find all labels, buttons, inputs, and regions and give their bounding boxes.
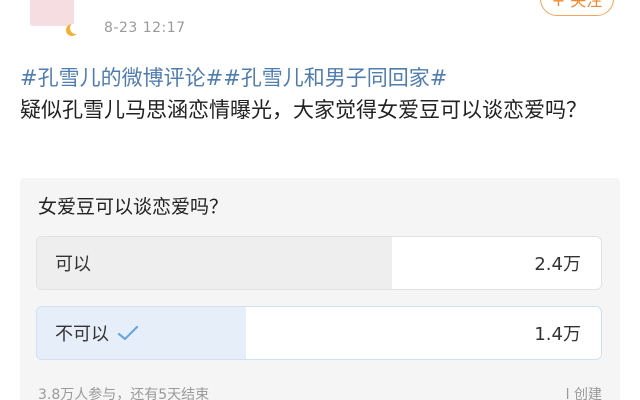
moon-badge-icon — [66, 24, 78, 38]
poll-question: 女爱豆可以谈恋爱吗？ — [38, 196, 229, 218]
poll-option-count: 2.4万 — [534, 254, 581, 275]
poll-option[interactable]: 可以 2.4万 — [36, 236, 602, 290]
poll-creator[interactable]: l 创建 — [566, 384, 602, 400]
post-timestamp: 8-23 12:17 — [104, 20, 186, 36]
post-body: 疑似孔雪儿马思涵恋情曝光，大家觉得女爱豆可以谈恋爱吗？ — [20, 98, 587, 122]
poll-option-label: 不可以 — [55, 307, 139, 359]
follow-button[interactable]: + 关注 — [540, 0, 614, 16]
hashtag-link[interactable]: #孔雪儿的微博评论# — [20, 66, 223, 90]
weibo-post: 8-23 12:17 + 关注 #孔雪儿的微博评论##孔雪儿和男子同回家# 疑似… — [0, 0, 640, 400]
checkmark-icon — [117, 325, 139, 341]
poll-option-count: 1.4万 — [534, 324, 581, 345]
post-content: #孔雪儿的微博评论##孔雪儿和男子同回家# 疑似孔雪儿马思涵恋情曝光，大家觉得女… — [20, 62, 620, 126]
poll-option-text: 不可以 — [55, 324, 109, 345]
poll-option-label: 可以 — [55, 237, 91, 289]
poll-card: 女爱豆可以谈恋爱吗？ 可以 2.4万 不可以 1.4万 3.8万人参与，还有5天… — [20, 178, 620, 400]
poll-option-selected[interactable]: 不可以 1.4万 — [36, 306, 602, 360]
poll-participation: 3.8万人参与，还有5天结束 — [38, 387, 210, 400]
avatar[interactable] — [30, 0, 74, 26]
poll-option-text: 可以 — [55, 254, 91, 275]
hashtag-link[interactable]: #孔雪儿和男子同回家# — [223, 66, 447, 90]
